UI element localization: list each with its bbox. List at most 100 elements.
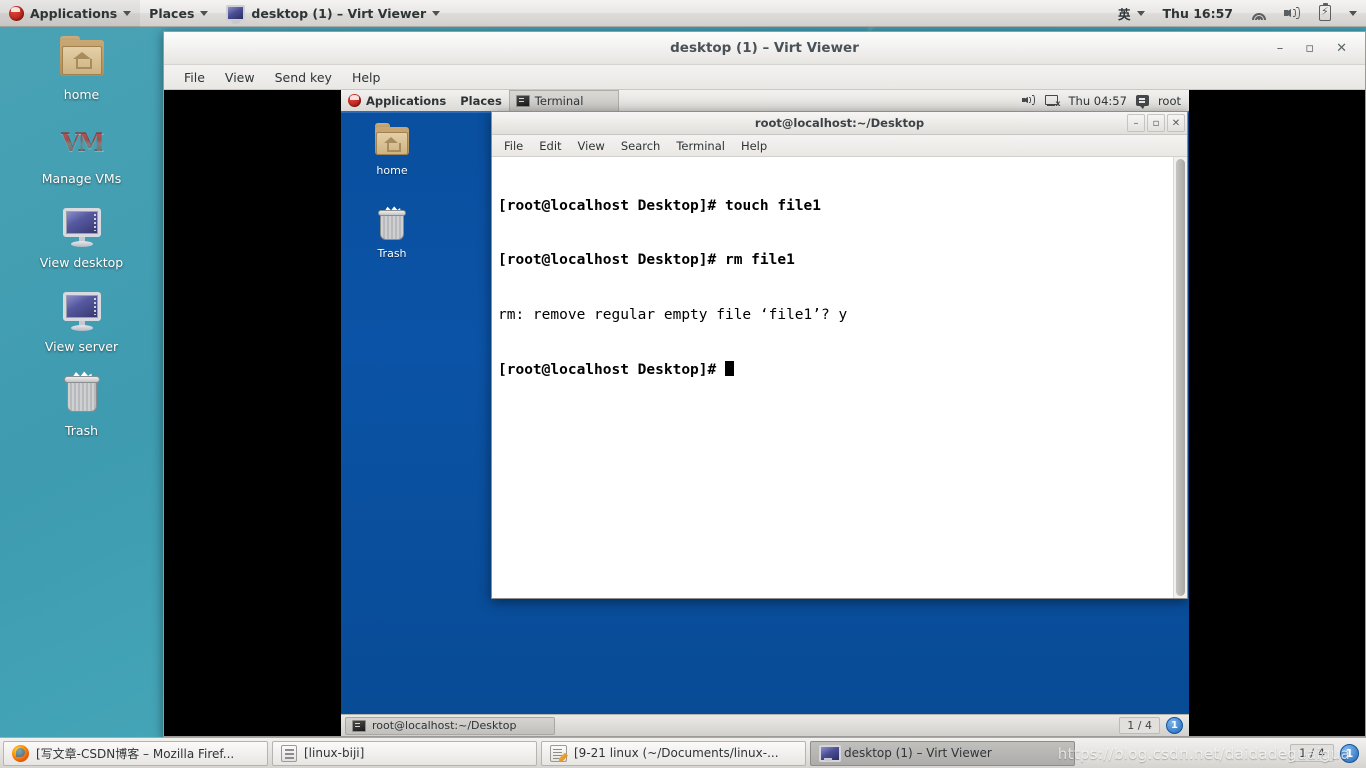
terminal-line: rm: remove regular empty file ‘file1’? y [498, 306, 1167, 324]
home-folder-icon [373, 122, 411, 160]
guest-desktop-icon-home[interactable]: home [347, 122, 437, 177]
guest-bottom-panel: root@localhost:~/Desktop 1 / 4 1 [341, 714, 1189, 736]
guest-taskbar-item-label: root@localhost:~/Desktop [372, 719, 517, 732]
host-window-list-button[interactable]: desktop (1) – Virt Viewer [217, 0, 449, 27]
chevron-down-icon [1349, 10, 1357, 16]
battery-icon [1319, 3, 1331, 21]
menu-terminal[interactable]: Terminal [668, 135, 733, 157]
terminal-menubar: File Edit View Search Terminal Help [492, 135, 1187, 157]
taskbar-item-firefox[interactable]: [写文章-CSDN博客 – Mozilla Firef... [3, 740, 268, 766]
terminal-command: rm file1 [716, 252, 795, 269]
terminal-cursor [724, 361, 734, 377]
trash-icon [373, 205, 411, 243]
menu-search[interactable]: Search [613, 135, 669, 157]
guest-user-label[interactable]: root [1158, 94, 1181, 108]
home-folder-icon [58, 34, 106, 82]
menu-view[interactable]: View [570, 135, 613, 157]
network-icon[interactable]: x [1044, 94, 1061, 108]
host-clock[interactable]: Thu 16:57 [1154, 0, 1242, 27]
terminal-prompt: [root@localhost Desktop]# [498, 197, 717, 214]
taskbar-item-label: [linux-biji] [304, 746, 365, 760]
taskbar-item-virt-viewer[interactable]: desktop (1) – Virt Viewer [810, 740, 1075, 766]
desktop-icon-view-desktop[interactable]: View desktop [0, 202, 163, 270]
guest-window-button-terminal[interactable]: Terminal [508, 90, 619, 112]
terminal-body[interactable]: [root@localhost Desktop]# touch file1 [r… [492, 157, 1187, 598]
taskbar-item-label: [写文章-CSDN博客 – Mozilla Firef... [36, 746, 235, 761]
guest-workspace-badge[interactable]: 1 [1166, 717, 1183, 734]
guest-places-menu[interactable]: Places [453, 90, 509, 112]
desktop-icon-label: home [63, 87, 100, 102]
gedit-icon [550, 744, 567, 762]
desktop-icon-view-server[interactable]: View server [0, 286, 163, 354]
maximize-button[interactable]: ▫ [1305, 42, 1314, 55]
terminal-line: [root@localhost Desktop]# [498, 361, 1167, 379]
user-icon [1135, 95, 1149, 109]
guest-taskbar-item-terminal[interactable]: root@localhost:~/Desktop [345, 716, 555, 735]
terminal-line: [root@localhost Desktop]# rm file1 [498, 251, 1167, 269]
terminal-output[interactable]: [root@localhost Desktop]# touch file1 [r… [492, 157, 1173, 598]
taskbar-item-label: [9-21 linux (~/Documents/linux-... [574, 746, 779, 760]
menu-help[interactable]: Help [342, 65, 391, 90]
guest-applications-menu[interactable]: Applications [341, 90, 453, 112]
host-status-area[interactable] [1242, 0, 1366, 27]
volume-icon[interactable] [1021, 95, 1036, 106]
guest-desktop-icon-trash[interactable]: Trash [347, 205, 437, 260]
chevron-down-icon [432, 10, 441, 16]
guest-workspace-label[interactable]: 1 / 4 [1119, 717, 1160, 734]
terminal-titlebar[interactable]: root@localhost:~/Desktop – ▫ ✕ [492, 112, 1187, 135]
terminal-command [716, 362, 725, 378]
host-taskbar: [写文章-CSDN博客 – Mozilla Firef... [linux-bi… [0, 737, 1366, 768]
host-workspace-label[interactable]: 1 / 4 [1290, 744, 1334, 762]
input-method-indicator[interactable]: 英 [1109, 0, 1154, 27]
guest-desktop: Applications Places Terminal x Thu 04:57… [341, 90, 1189, 736]
menu-file[interactable]: File [174, 65, 215, 90]
menu-edit[interactable]: Edit [531, 135, 569, 157]
virt-viewer-window: desktop (1) – Virt Viewer – ▫ ✕ File Vie… [163, 31, 1366, 737]
host-applications-menu[interactable]: Applications [0, 0, 141, 27]
host-places-label: Places [149, 5, 195, 21]
minimize-button[interactable]: – [1127, 114, 1145, 132]
terminal-icon [352, 719, 366, 732]
guest-workspace-switcher: 1 / 4 1 [1119, 717, 1185, 734]
desktop-icon-label: View desktop [39, 255, 124, 270]
minimize-button[interactable]: – [1277, 42, 1284, 55]
host-places-menu[interactable]: Places [140, 0, 217, 27]
menu-file[interactable]: File [496, 135, 531, 157]
wifi-icon [1251, 7, 1266, 20]
virt-viewer-titlebar[interactable]: desktop (1) – Virt Viewer – ▫ ✕ [164, 32, 1365, 65]
host-desktop-icons: home VM Manage VMs View desktop View ser… [0, 34, 163, 454]
desktop-icon-trash[interactable]: Trash [0, 370, 163, 438]
guest-window-button-label: Terminal [534, 93, 584, 108]
host-top-panel: Applications Places desktop (1) – Virt V… [0, 0, 1366, 27]
close-button[interactable]: ✕ [1336, 42, 1347, 55]
terminal-message: rm: remove regular empty file ‘file1’? y [498, 307, 848, 324]
taskbar-item-gedit[interactable]: [9-21 linux (~/Documents/linux-... [541, 740, 806, 766]
guest-desktop-icon-label: Trash [377, 247, 407, 260]
guest-top-panel: Applications Places Terminal x Thu 04:57… [341, 90, 1189, 113]
host-clock-label: Thu 16:57 [1162, 5, 1233, 21]
terminal-command: touch file1 [716, 197, 822, 214]
desktop-icon-home[interactable]: home [0, 34, 163, 102]
virt-viewer-guest-area: Applications Places Terminal x Thu 04:57… [164, 90, 1365, 736]
redhat-logo-icon [348, 94, 361, 107]
terminal-scrollbar[interactable] [1173, 157, 1187, 598]
chevron-down-icon [1136, 10, 1145, 16]
desktop-icon-manage-vms[interactable]: VM Manage VMs [0, 118, 163, 187]
volume-icon [1284, 6, 1301, 20]
close-button[interactable]: ✕ [1167, 114, 1185, 132]
maximize-button[interactable]: ▫ [1147, 114, 1165, 132]
monitor-icon [226, 5, 246, 21]
taskbar-item-linux-biji[interactable]: [linux-biji] [272, 740, 537, 766]
guest-clock-label[interactable]: Thu 04:57 [1069, 94, 1127, 108]
menu-view[interactable]: View [215, 65, 265, 90]
terminal-prompt: [root@localhost Desktop]# [498, 252, 717, 269]
menu-help[interactable]: Help [733, 135, 775, 157]
chevron-down-icon [123, 10, 132, 16]
menu-send-key[interactable]: Send key [265, 65, 342, 90]
scrollbar-thumb[interactable] [1176, 159, 1185, 596]
chevron-down-icon [200, 10, 209, 16]
monitor-icon [58, 202, 106, 250]
guest-applications-label: Applications [366, 93, 447, 108]
host-workspace-switcher: 1 / 4 1 [1290, 743, 1363, 763]
host-workspace-badge[interactable]: 1 [1340, 743, 1359, 763]
